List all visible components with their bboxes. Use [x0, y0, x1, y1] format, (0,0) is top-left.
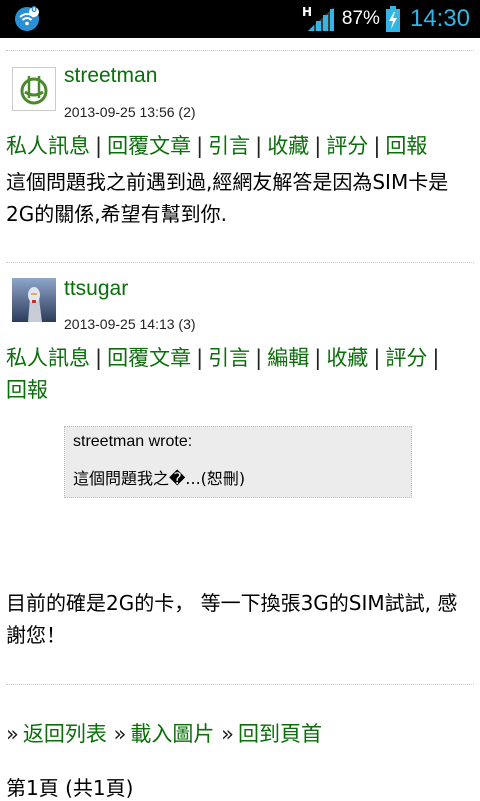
divider — [6, 684, 474, 685]
chopsticks-avatar-icon[interactable] — [12, 67, 56, 111]
private-message-link[interactable]: 私人訊息 — [6, 346, 90, 370]
arrow-icon: » — [221, 722, 234, 746]
separator: | — [196, 134, 204, 158]
separator: | — [373, 134, 381, 158]
wifi-badge: 0 — [31, 5, 37, 14]
separator: | — [255, 134, 263, 158]
edit-link[interactable]: 編輯 — [267, 346, 309, 370]
separator: | — [373, 346, 381, 370]
private-message-link[interactable]: 私人訊息 — [6, 134, 90, 158]
divider — [6, 262, 474, 263]
quote-text: 這個問題我之�...(恕刪) — [73, 469, 246, 488]
post-username[interactable]: ttsugar — [64, 277, 128, 301]
rate-link[interactable]: 評分 — [326, 134, 368, 158]
separator: | — [432, 346, 440, 370]
back-to-top-link[interactable]: 回到頁首 — [238, 722, 322, 746]
rate-link[interactable]: 評分 — [385, 346, 427, 370]
wifi-icon: 0 — [14, 5, 40, 32]
arrow-icon: » — [6, 722, 19, 746]
footer-nav: » 返回列表 » 載入圖片 » 回到頁首 — [6, 718, 322, 748]
arrow-icon: » — [113, 722, 127, 746]
quote-link[interactable]: 引言 — [208, 134, 250, 158]
report-link[interactable]: 回報 — [385, 134, 427, 158]
post-body: 目前的確是2G的卡， 等一下換張3G的SIM試試, 感謝您！ — [6, 591, 458, 647]
separator: | — [95, 134, 103, 158]
page-info: 第1頁 (共1頁) — [6, 776, 134, 800]
report-link[interactable]: 回報 — [6, 378, 48, 402]
separator: | — [95, 346, 103, 370]
post-timestamp: 2013-09-25 14:13 (3) — [64, 316, 196, 332]
quote-link[interactable]: 引言 — [208, 346, 250, 370]
signal-icon — [306, 5, 336, 33]
post-body: 這個問題我之前遇到過,經網友解答是因為SIM卡是2G的關係,希望有幫到你. — [6, 170, 449, 226]
favorite-link[interactable]: 收藏 — [326, 346, 368, 370]
favorite-link[interactable]: 收藏 — [267, 134, 309, 158]
separator: | — [314, 346, 322, 370]
clock: 14:30 — [409, 5, 470, 32]
post-actions: 私人訊息 | 回覆文章 | 引言 | 收藏 | 評分 | 回報 — [6, 130, 474, 162]
quote-author: streetman wrote: — [73, 433, 193, 450]
divider — [6, 50, 474, 51]
back-to-list-link[interactable]: 返回列表 — [23, 722, 107, 746]
quote-block: streetman wrote: 這個問題我之�...(恕刪) — [64, 426, 412, 498]
load-images-link[interactable]: 載入圖片 — [130, 722, 214, 746]
post-username[interactable]: streetman — [64, 64, 157, 88]
robot-avatar-icon[interactable] — [12, 278, 56, 322]
battery-percent: 87% — [341, 8, 380, 29]
reply-link[interactable]: 回覆文章 — [107, 346, 191, 370]
post-actions: 私人訊息 | 回覆文章 | 引言 | 編輯 | 收藏 | 評分 | 回報 — [6, 342, 474, 406]
separator: | — [314, 134, 322, 158]
reply-link[interactable]: 回覆文章 — [107, 134, 191, 158]
post-timestamp: 2013-09-25 13:56 (2) — [64, 104, 196, 120]
separator: | — [255, 346, 263, 370]
separator: | — [196, 346, 204, 370]
battery-charging-icon — [385, 6, 400, 32]
status-bar: 0 H 87% 14:30 — [0, 0, 480, 38]
